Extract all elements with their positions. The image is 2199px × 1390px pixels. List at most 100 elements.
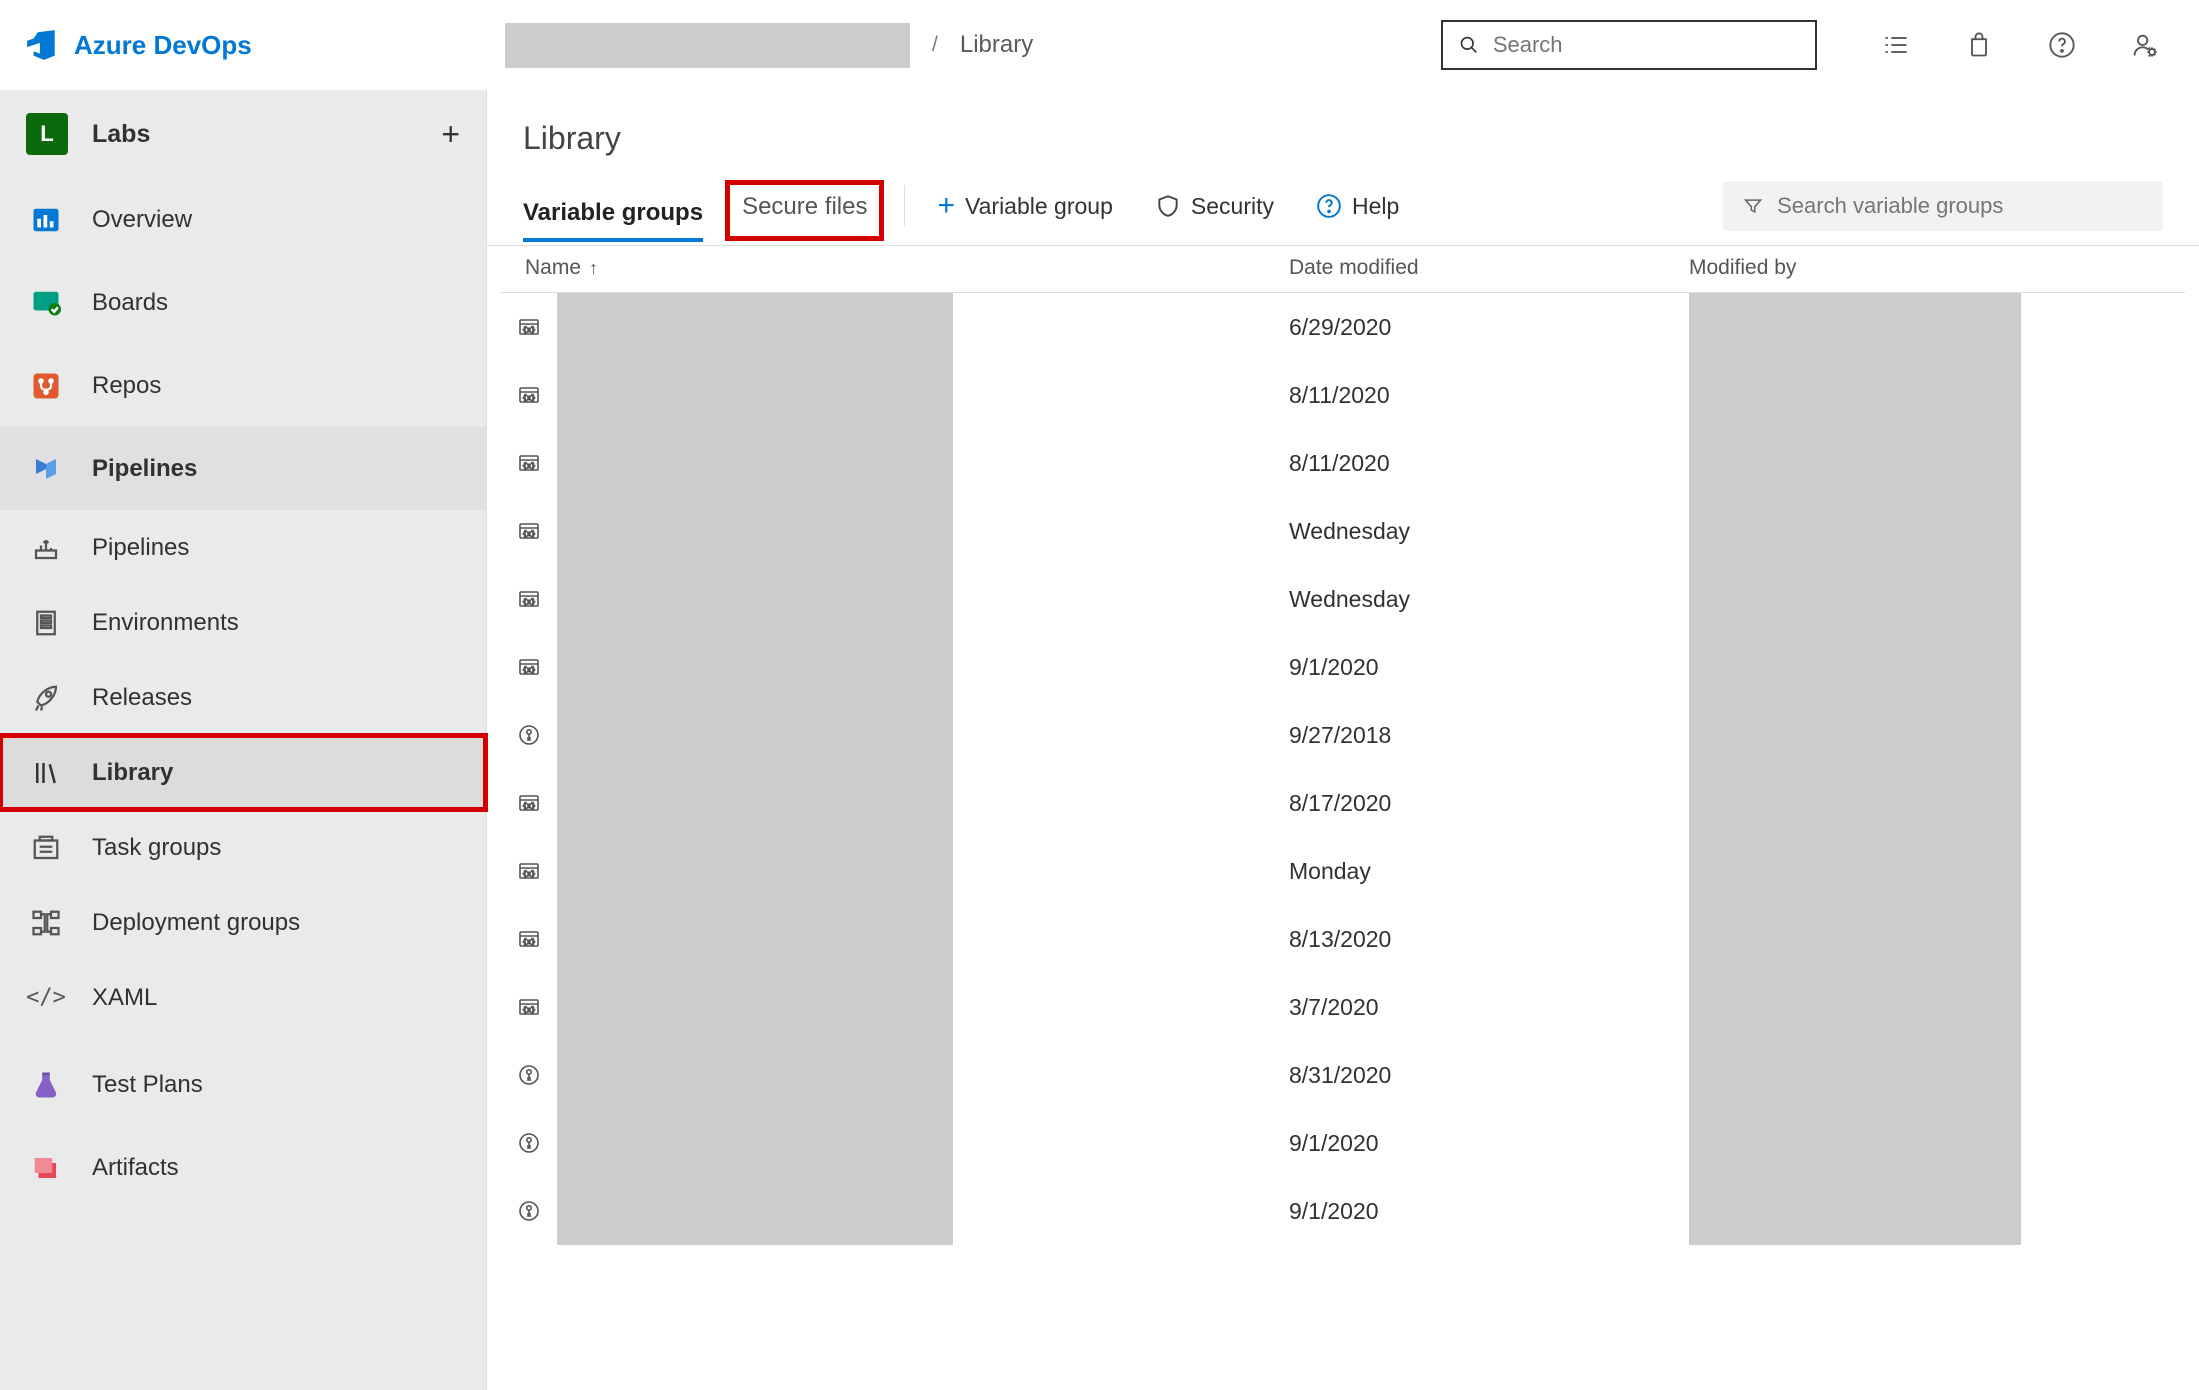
breadcrumb-project-redacted[interactable] [505,23,910,68]
filter-box[interactable] [1723,181,2163,231]
row-name-redacted [557,361,953,429]
nav-environments[interactable]: Environments [0,585,486,660]
nav-boards[interactable]: Boards [0,261,486,344]
sidebar: L Labs + Overview Boards Repos [0,90,487,1390]
nav-test-plans[interactable]: Test Plans [0,1043,486,1126]
row-modified-by-redacted [1689,1177,2021,1245]
table-row[interactable]: 9/27/2018 [501,701,2185,769]
help-icon[interactable] [2048,31,2076,59]
table-row[interactable]: {x}Monday [501,837,2185,905]
global-search-input[interactable] [1493,32,1799,58]
table-row[interactable]: 8/31/2020 [501,1041,2185,1109]
nav-xaml[interactable]: </> XAML [0,960,486,1035]
nav-repos[interactable]: Repos [0,344,486,427]
row-name-redacted [557,633,953,701]
row-modified-by-redacted [1689,769,2021,837]
row-date: 8/11/2020 [1289,382,1689,409]
nav-releases[interactable]: Releases [0,660,486,735]
user-settings-icon[interactable] [2131,31,2159,59]
action-label: Variable group [965,193,1113,220]
table-row[interactable]: 9/1/2020 [501,1177,2185,1245]
row-name-redacted [557,497,953,565]
col-date[interactable]: Date modified [1289,256,1689,280]
releases-icon [31,683,61,713]
row-modified-by-redacted [1689,837,2021,905]
nav-deployment-groups[interactable]: Deployment groups [0,885,486,960]
work-items-icon[interactable] [1882,31,1910,59]
test-plans-icon [31,1070,61,1100]
add-icon[interactable]: + [441,116,460,153]
table-row[interactable]: {x}3/7/2020 [501,973,2185,1041]
svg-text:{x}: {x} [523,326,536,334]
table-row[interactable]: {x}9/1/2020 [501,633,2185,701]
nav-pipelines[interactable]: Pipelines [0,510,486,585]
svg-text:{x}: {x} [523,530,536,538]
nav-label: Environments [92,609,239,637]
col-modified-by[interactable]: Modified by [1689,256,2185,280]
row-date: 8/13/2020 [1289,926,1689,953]
environments-icon [31,608,61,638]
table-row[interactable]: {x}Wednesday [501,565,2185,633]
project-name: Labs [92,120,417,149]
azure-devops-logo-icon [25,28,59,62]
search-icon [1459,34,1479,56]
nav-artifacts[interactable]: Artifacts [0,1126,486,1209]
nav-task-groups[interactable]: Task groups [0,810,486,885]
table-row[interactable]: {x} 8/11/2020 [501,361,2185,429]
breadcrumb-current[interactable]: Library [960,31,1033,59]
filter-input[interactable] [1777,193,2143,219]
row-name-redacted [557,429,953,497]
variable-group-icon: {x} [501,655,557,679]
row-modified-by-redacted [1689,1041,2021,1109]
table-row[interactable]: {x}8/17/2020 [501,769,2185,837]
nav-label: Repos [92,372,161,400]
svg-text:{x}: {x} [523,1006,536,1014]
breadcrumb-separator: / [932,33,938,57]
nav-library[interactable]: Library [0,735,486,810]
row-modified-by-redacted [1689,497,2021,565]
marketplace-icon[interactable] [1965,31,1993,59]
row-modified-by-redacted [1689,973,2021,1041]
topbar: Azure DevOps / Library [0,0,2199,90]
nav-label: Pipelines [92,455,197,483]
global-search[interactable] [1441,20,1817,70]
variable-group-icon: {x} [501,995,557,1019]
action-add-variable-group[interactable]: + Variable group [937,189,1112,237]
variable-group-icon: {x} [501,519,557,543]
row-modified-by-redacted [1689,565,2021,633]
action-help[interactable]: Help [1316,193,1399,234]
library-icon [31,758,61,788]
nav-label: Pipelines [92,534,189,562]
keyvault-icon [501,1063,557,1087]
nav-pipelines-group[interactable]: Pipelines [0,427,486,510]
artifacts-icon [31,1153,61,1183]
table-row[interactable]: {x}6/29/2020 [501,293,2185,361]
sort-ascending-icon: ↑ [589,258,598,279]
col-name[interactable]: Name ↑ [501,256,1289,280]
svg-text:{x}: {x} [523,462,536,470]
row-date: 8/31/2020 [1289,1062,1689,1089]
table-row[interactable]: {x}Wednesday [501,497,2185,565]
tab-variable-groups[interactable]: Variable groups [523,185,703,241]
tab-secure-files[interactable]: Secure files [725,180,884,241]
repos-icon [31,371,61,401]
content: Library Variable groups Secure files + V… [487,90,2199,1390]
nav-overview[interactable]: Overview [0,178,486,261]
row-modified-by-redacted [1689,1109,2021,1177]
table-row[interactable]: {x}8/13/2020 [501,905,2185,973]
nav-label: Test Plans [92,1071,203,1099]
project-selector[interactable]: L Labs + [0,90,486,178]
row-modified-by-redacted [1689,293,2021,361]
svg-text:{x}: {x} [523,394,536,402]
table-row[interactable]: {x}8/11/2020 [501,429,2185,497]
brand[interactable]: Azure DevOps [25,28,485,62]
table-row[interactable]: 9/1/2020 [501,1109,2185,1177]
row-name-redacted [557,1041,953,1109]
table-header: Name ↑ Date modified Modified by [501,246,2185,293]
variable-group-icon: {x} [501,791,557,815]
row-modified-by-redacted [1689,361,2021,429]
action-security[interactable]: Security [1155,193,1274,234]
toolbar: Variable groups Secure files + Variable … [487,167,2199,246]
row-modified-by-redacted [1689,905,2021,973]
nav-label: Deployment groups [92,909,300,937]
